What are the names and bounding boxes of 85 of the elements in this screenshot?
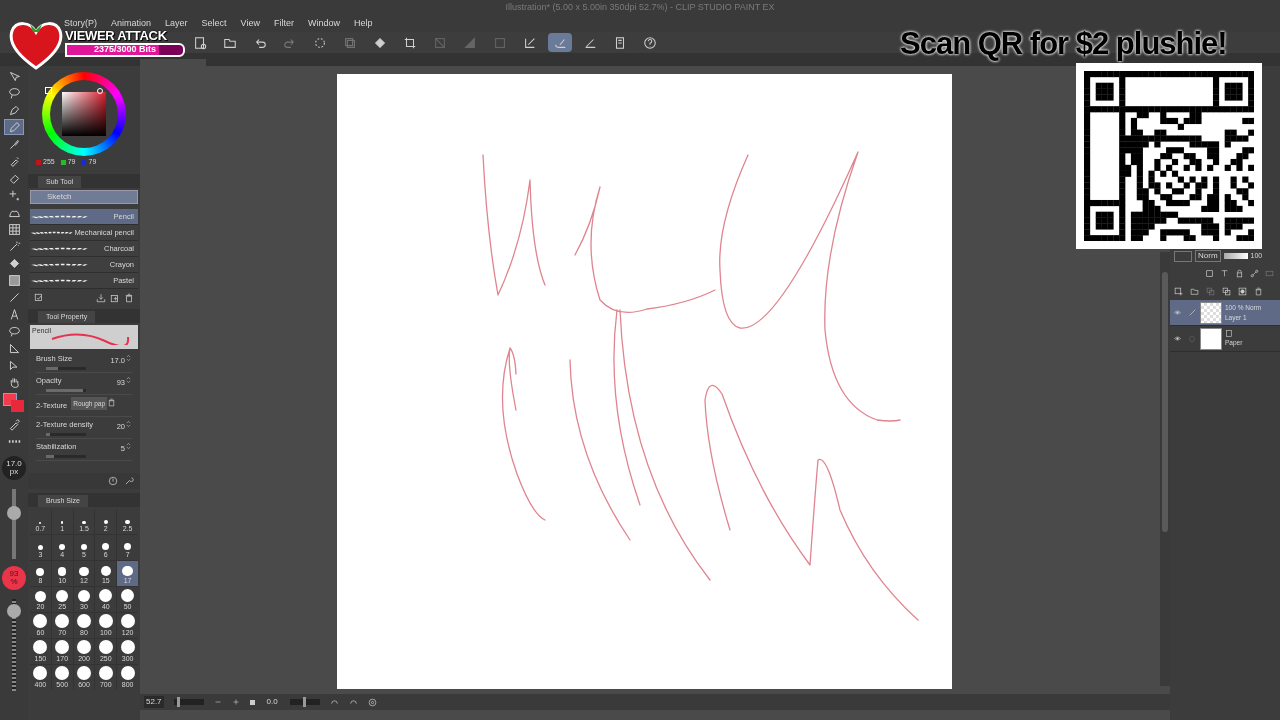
vertical-scrollbar[interactable] — [1160, 252, 1170, 686]
zoom-in-icon[interactable] — [231, 698, 240, 706]
pen-icon — [1187, 308, 1197, 317]
import-icon[interactable] — [96, 293, 106, 303]
rotate-left-icon[interactable] — [329, 697, 339, 707]
layer-thumbnail — [1200, 301, 1222, 324]
zoom-value[interactable]: 52.7 — [144, 696, 164, 708]
qr-caption: Scan QR for $2 plushie! — [900, 26, 1227, 62]
brush-size-slider[interactable] — [7, 489, 21, 559]
angle-value[interactable]: 0.0 — [264, 696, 280, 708]
expression-color-dropdown[interactable] — [1174, 250, 1192, 262]
trash-icon[interactable] — [107, 397, 117, 408]
hue-marker[interactable] — [45, 87, 52, 94]
channel-swatch — [36, 159, 41, 165]
eyedropper-icon — [7, 417, 21, 431]
move-icon — [7, 69, 21, 83]
spinner-arrows-icon[interactable] — [125, 419, 132, 429]
line-icon — [7, 290, 21, 304]
menu-item[interactable]: Help — [353, 17, 373, 31]
folder-icon[interactable] — [1190, 286, 1199, 296]
nodes-icon[interactable] — [1250, 268, 1259, 278]
color-swatches[interactable] — [3, 393, 25, 413]
reset-view-icon[interactable] — [367, 697, 377, 707]
property-slider[interactable] — [46, 367, 86, 371]
spinner-arrows-icon[interactable] — [125, 375, 132, 385]
slider-thumb[interactable] — [7, 505, 21, 520]
lock-icon[interactable] — [1235, 268, 1244, 278]
color-square[interactable] — [62, 92, 106, 136]
clip-icon[interactable] — [1205, 268, 1214, 278]
wrench-icon[interactable] — [124, 476, 134, 486]
help-icon — [643, 35, 657, 50]
slider-thumb[interactable] — [176, 697, 180, 707]
tablet-icon — [613, 35, 627, 50]
opacity-slider[interactable] — [1223, 253, 1248, 259]
rotate-right-icon[interactable] — [348, 697, 358, 707]
blend-mode-dropdown[interactable]: Norm — [1195, 250, 1221, 262]
new-layer-icon[interactable] — [1174, 286, 1183, 296]
sparkle-icon — [7, 188, 21, 202]
trash-icon[interactable] — [1254, 286, 1263, 296]
spinner-arrows-icon[interactable] — [125, 353, 132, 363]
layers-icon — [343, 35, 357, 50]
brush-size-indicator: 17.0 px — [2, 456, 26, 480]
eye-icon[interactable] — [1172, 335, 1182, 342]
menu-item[interactable]: Story(P) — [64, 17, 97, 31]
duplicate-icon[interactable] — [110, 293, 120, 303]
slider-thumb[interactable] — [303, 697, 307, 707]
checkbox-icon[interactable] — [34, 293, 44, 303]
diagonal-square-icon — [433, 35, 447, 50]
magic-wand-icon — [7, 239, 21, 253]
spinner-icon — [313, 35, 327, 50]
new-file-icon — [193, 35, 207, 50]
paper-icon — [1225, 329, 1233, 338]
spinner-arrows-icon[interactable] — [125, 441, 132, 451]
brush-icon — [7, 137, 21, 151]
grid-icon — [7, 222, 21, 236]
balloon-icon — [7, 324, 21, 338]
channel-swatch — [60, 159, 66, 165]
toolbar-button[interactable] — [548, 33, 572, 52]
lasso-icon — [7, 86, 21, 100]
layer-thumbnail — [1200, 327, 1222, 350]
pen-nib-icon — [7, 103, 21, 117]
menu-item[interactable]: Layer — [165, 17, 188, 31]
menu-item[interactable]: Filter — [273, 17, 294, 31]
eye-icon[interactable] — [1172, 309, 1182, 316]
square-icon — [493, 35, 507, 50]
menu-item[interactable]: View — [240, 17, 260, 31]
window-title: Illustration* (5.00 x 5.00in 350dpi 52.7%) - CLIP STUDIO PAINT EX — [505, 1, 775, 15]
ruler-icon — [7, 341, 21, 355]
fit-icon[interactable] — [249, 699, 255, 705]
zoom-slider[interactable] — [173, 699, 204, 705]
reset-icon[interactable] — [108, 476, 118, 486]
menu-item[interactable]: Select — [201, 17, 227, 31]
opacity-indicator: 93 % — [2, 566, 26, 590]
opacity-slider[interactable] — [7, 599, 21, 691]
bits-count: 2375/3000 Bits — [92, 45, 157, 55]
trash-icon[interactable] — [124, 293, 134, 303]
overlay-title: VIEWER ATTACK — [65, 29, 167, 43]
slider-thumb[interactable] — [7, 604, 21, 619]
menu-item[interactable]: Window — [307, 17, 340, 31]
copy-icon[interactable] — [1222, 286, 1231, 296]
channel-swatch — [81, 159, 87, 165]
menu-item[interactable]: Animation — [111, 17, 152, 31]
rotate-slider[interactable] — [289, 699, 320, 705]
pencil-icon — [7, 120, 21, 134]
crop-icon — [403, 35, 417, 50]
